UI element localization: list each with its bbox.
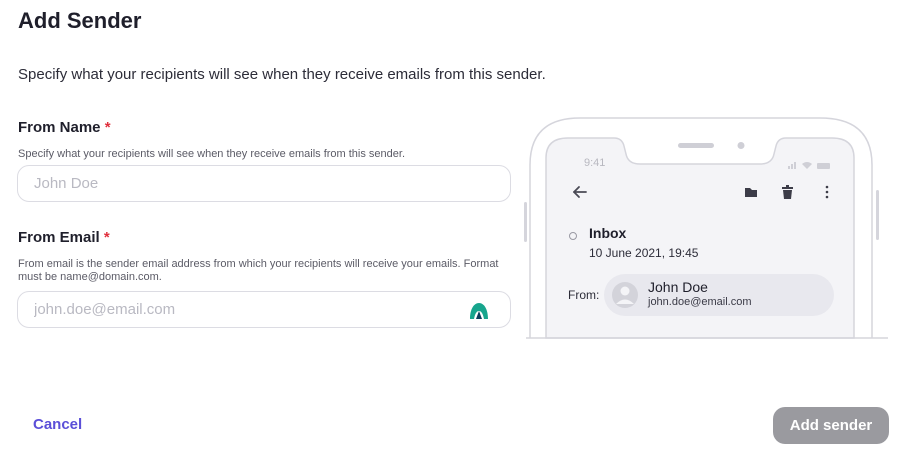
autofill-extension-icon[interactable] [469,302,489,320]
camera-dot [737,142,745,149]
cancel-button[interactable]: Cancel [33,416,82,433]
required-marker: * [103,229,110,246]
preview-sender-email: john.doe@email.com [648,296,752,308]
sender-chip [604,274,834,316]
page-title: Add Sender [18,8,142,33]
speaker-grille [678,143,714,148]
add-sender-button[interactable]: Add sender [773,407,889,444]
from-name-input[interactable] [17,165,511,202]
from-email-help: From email is the sender email address f… [18,258,499,283]
page-subtitle: Specify what your recipients will see wh… [18,66,546,83]
from-name-label-text: From Name [18,119,101,136]
battery-icon [817,163,830,169]
preview-from-label: From: [568,288,600,302]
preview-date: 10 June 2021, 19:45 [589,246,699,260]
from-email-label-text: From Email [18,229,100,246]
from-name-label: From Name * [18,119,111,136]
preview-folder: Inbox [589,225,627,241]
from-name-help: Specify what your recipients will see wh… [18,148,406,160]
required-marker: * [104,119,111,136]
from-email-input[interactable] [17,291,511,328]
from-email-label: From Email * [18,229,110,246]
status-bar-time: 9:41 [584,157,606,169]
preview-sender-name: John Doe [648,279,708,295]
more-vertical-icon [825,185,829,199]
